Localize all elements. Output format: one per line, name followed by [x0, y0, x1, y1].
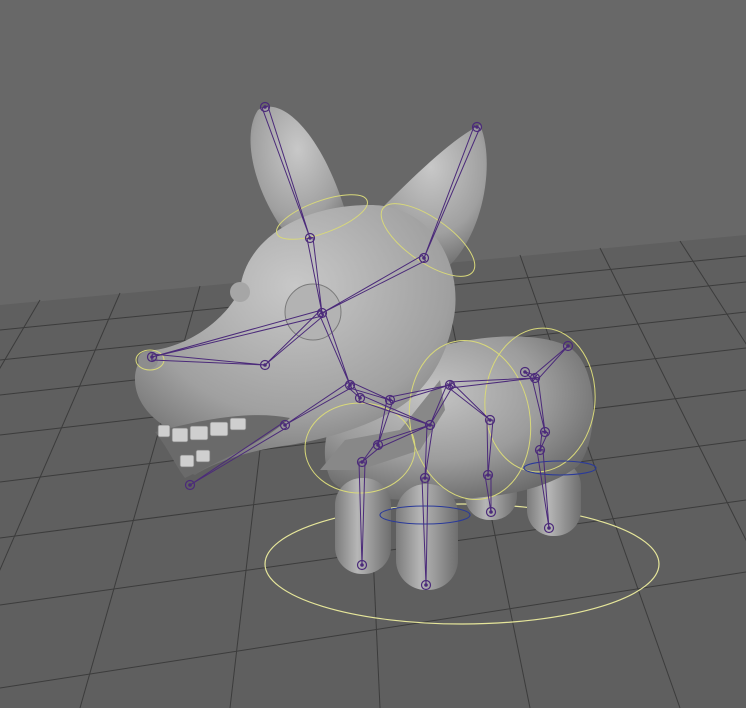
joint-center — [424, 583, 428, 587]
joint-center — [150, 355, 154, 359]
joint-center — [543, 430, 547, 434]
joint-center — [448, 383, 452, 387]
joint-center — [475, 125, 479, 129]
joint-center — [428, 423, 432, 427]
joint-center — [358, 396, 362, 400]
joint-center — [360, 460, 364, 464]
joint-center — [320, 311, 324, 315]
joint-center — [348, 383, 352, 387]
3d-viewport[interactable] — [0, 0, 746, 708]
joint-center — [489, 510, 493, 514]
joint-center — [533, 376, 537, 380]
joint-center — [376, 443, 380, 447]
joint-center — [566, 344, 570, 348]
joint-center — [263, 363, 267, 367]
joint-center — [283, 423, 287, 427]
joint-center — [360, 563, 364, 567]
joint-center — [263, 105, 267, 109]
joint-center — [308, 236, 312, 240]
joint-center — [547, 526, 551, 530]
joint-center — [188, 483, 192, 487]
joint-center — [523, 370, 527, 374]
joint-center — [422, 256, 426, 260]
joint-center — [538, 448, 542, 452]
joint-center — [423, 476, 427, 480]
joint-center — [486, 473, 490, 477]
joint-center — [388, 398, 392, 402]
joint-center — [488, 418, 492, 422]
